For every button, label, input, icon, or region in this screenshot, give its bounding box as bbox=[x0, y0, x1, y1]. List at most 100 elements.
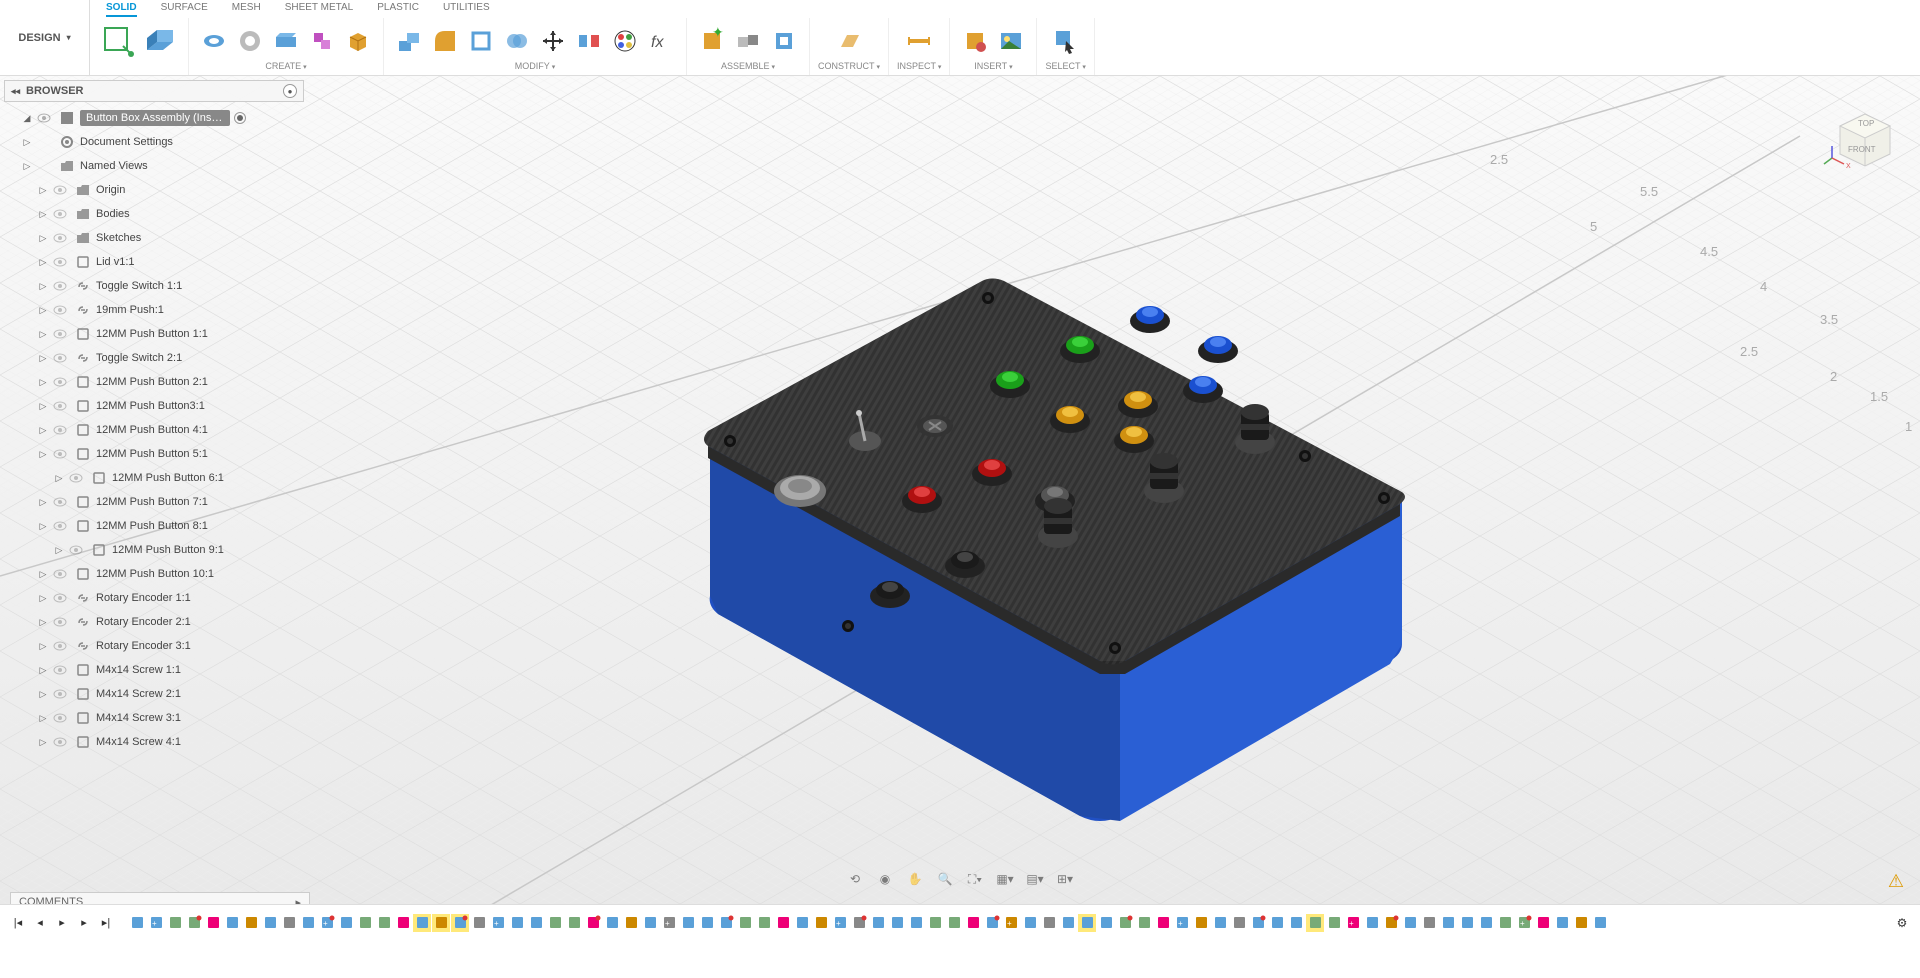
timeline-feature[interactable] bbox=[1553, 914, 1571, 932]
expand-icon[interactable]: ▷ bbox=[36, 521, 50, 532]
timeline-feature[interactable] bbox=[1154, 914, 1172, 932]
tree-item[interactable]: ▷12MM Push Button 7:1 bbox=[4, 490, 304, 514]
timeline-feature[interactable] bbox=[1040, 914, 1058, 932]
construct-plane-icon[interactable] bbox=[832, 24, 866, 58]
visibility-icon[interactable] bbox=[52, 518, 68, 534]
visibility-icon[interactable] bbox=[52, 206, 68, 222]
visibility-icon[interactable] bbox=[52, 494, 68, 510]
visibility-icon[interactable] bbox=[36, 110, 52, 126]
timeline-feature[interactable] bbox=[128, 914, 146, 932]
tree-item[interactable]: ▷Sketches bbox=[4, 226, 304, 250]
visibility-icon[interactable] bbox=[52, 638, 68, 654]
expand-icon[interactable]: ▷ bbox=[36, 185, 50, 196]
visibility-icon[interactable] bbox=[52, 350, 68, 366]
construct-label[interactable]: CONSTRUCT bbox=[818, 61, 880, 73]
tree-item[interactable]: ▷Rotary Encoder 2:1 bbox=[4, 610, 304, 634]
zoom-icon[interactable]: 🔍 bbox=[934, 868, 956, 890]
timeline-feature[interactable] bbox=[1097, 914, 1115, 932]
timeline-feature[interactable] bbox=[1363, 914, 1381, 932]
tree-item[interactable]: ▷Origin bbox=[4, 178, 304, 202]
timeline-feature[interactable] bbox=[1401, 914, 1419, 932]
timeline-feature[interactable] bbox=[1496, 914, 1514, 932]
expand-icon[interactable]: ▷ bbox=[20, 137, 34, 148]
expand-icon[interactable]: ▷ bbox=[36, 689, 50, 700]
timeline-feature[interactable] bbox=[1325, 914, 1343, 932]
tree-item[interactable]: ▷12MM Push Button 2:1 bbox=[4, 370, 304, 394]
timeline-feature[interactable] bbox=[1268, 914, 1286, 932]
move-icon[interactable] bbox=[536, 24, 570, 58]
timeline-feature[interactable] bbox=[888, 914, 906, 932]
expand-icon[interactable]: ▷ bbox=[36, 401, 50, 412]
timeline-feature[interactable] bbox=[432, 914, 450, 932]
timeline-feature[interactable] bbox=[1572, 914, 1590, 932]
timeline-feature[interactable] bbox=[1192, 914, 1210, 932]
press-pull-icon[interactable] bbox=[392, 24, 426, 58]
new-component-icon[interactable]: ✦ bbox=[695, 24, 729, 58]
assemble-label[interactable]: ASSEMBLE bbox=[721, 61, 775, 73]
fillet-icon[interactable] bbox=[428, 24, 462, 58]
timeline-feature[interactable]: + bbox=[831, 914, 849, 932]
tree-item[interactable]: ▷Toggle Switch 2:1 bbox=[4, 346, 304, 370]
timeline-feature[interactable] bbox=[907, 914, 925, 932]
visibility-icon[interactable] bbox=[52, 374, 68, 390]
visibility-icon[interactable] bbox=[52, 254, 68, 270]
visibility-icon[interactable] bbox=[52, 566, 68, 582]
tree-item[interactable]: ▷12MM Push Button 4:1 bbox=[4, 418, 304, 442]
visibility-icon[interactable] bbox=[52, 326, 68, 342]
tree-item[interactable]: ▷12MM Push Button 5:1 bbox=[4, 442, 304, 466]
grid-icon[interactable]: ▤▾ bbox=[1024, 868, 1046, 890]
insert-label[interactable]: INSERT bbox=[974, 61, 1012, 73]
timeline-feature[interactable] bbox=[698, 914, 716, 932]
timeline-feature[interactable] bbox=[774, 914, 792, 932]
timeline-feature[interactable] bbox=[565, 914, 583, 932]
align-icon[interactable] bbox=[572, 24, 606, 58]
timeline-feature[interactable] bbox=[204, 914, 222, 932]
timeline-feature[interactable]: + bbox=[1515, 914, 1533, 932]
expand-icon[interactable]: ▷ bbox=[36, 353, 50, 364]
viewport[interactable]: 5.5 5 4.5 4 3.5 2.5 2 1.5 1 0.5 2.5 bbox=[0, 76, 1920, 940]
timeline-feature[interactable] bbox=[451, 914, 469, 932]
timeline-feature[interactable] bbox=[736, 914, 754, 932]
browser-header[interactable]: ◂◂ BROWSER ● bbox=[4, 80, 304, 102]
tree-item[interactable]: ▷Named Views bbox=[4, 154, 304, 178]
timeline-feature[interactable] bbox=[166, 914, 184, 932]
new-sketch-icon[interactable] bbox=[98, 21, 138, 61]
expand-icon[interactable]: ▷ bbox=[52, 545, 66, 556]
browser-collapse-icon[interactable]: ◂◂ bbox=[11, 86, 20, 97]
look-icon[interactable]: ◉ bbox=[874, 868, 896, 890]
tree-item[interactable]: ▷12MM Push Button3:1 bbox=[4, 394, 304, 418]
workspace-picker[interactable]: DESIGN bbox=[0, 0, 90, 75]
timeline-feature[interactable] bbox=[394, 914, 412, 932]
timeline-feature[interactable] bbox=[280, 914, 298, 932]
visibility-icon[interactable] bbox=[52, 422, 68, 438]
timeline-play-icon[interactable]: ▸ bbox=[52, 913, 72, 933]
expand-icon[interactable]: ▷ bbox=[36, 665, 50, 676]
orbit-icon[interactable]: ⟲ bbox=[844, 868, 866, 890]
timeline-end-icon[interactable]: ▸| bbox=[96, 913, 116, 933]
timeline-feature[interactable] bbox=[1439, 914, 1457, 932]
timeline-feature[interactable] bbox=[1059, 914, 1077, 932]
tree-item[interactable]: ▷M4x14 Screw 3:1 bbox=[4, 706, 304, 730]
expand-icon[interactable]: ▷ bbox=[36, 425, 50, 436]
tree-item[interactable]: ▷12MM Push Button 10:1 bbox=[4, 562, 304, 586]
timeline-feature[interactable] bbox=[337, 914, 355, 932]
timeline-feature[interactable] bbox=[603, 914, 621, 932]
timeline-feature[interactable] bbox=[1249, 914, 1267, 932]
viewcube[interactable]: TOP FRONT X bbox=[1820, 96, 1900, 176]
timeline-feature[interactable] bbox=[1458, 914, 1476, 932]
expand-icon[interactable]: ▷ bbox=[36, 617, 50, 628]
timeline-feature[interactable] bbox=[223, 914, 241, 932]
timeline-feature[interactable]: + bbox=[147, 914, 165, 932]
timeline-feature[interactable] bbox=[413, 914, 431, 932]
timeline-feature[interactable] bbox=[1116, 914, 1134, 932]
visibility-icon[interactable] bbox=[52, 278, 68, 294]
timeline-feature[interactable] bbox=[470, 914, 488, 932]
timeline-feature[interactable] bbox=[869, 914, 887, 932]
tree-item[interactable]: ▷19mm Push:1 bbox=[4, 298, 304, 322]
expand-icon[interactable]: ▷ bbox=[36, 281, 50, 292]
inspect-label[interactable]: INSPECT bbox=[897, 61, 941, 73]
appearance-icon[interactable] bbox=[608, 24, 642, 58]
timeline-feature[interactable]: + bbox=[1173, 914, 1191, 932]
timeline-feature[interactable] bbox=[1230, 914, 1248, 932]
expand-icon[interactable]: ▷ bbox=[36, 449, 50, 460]
